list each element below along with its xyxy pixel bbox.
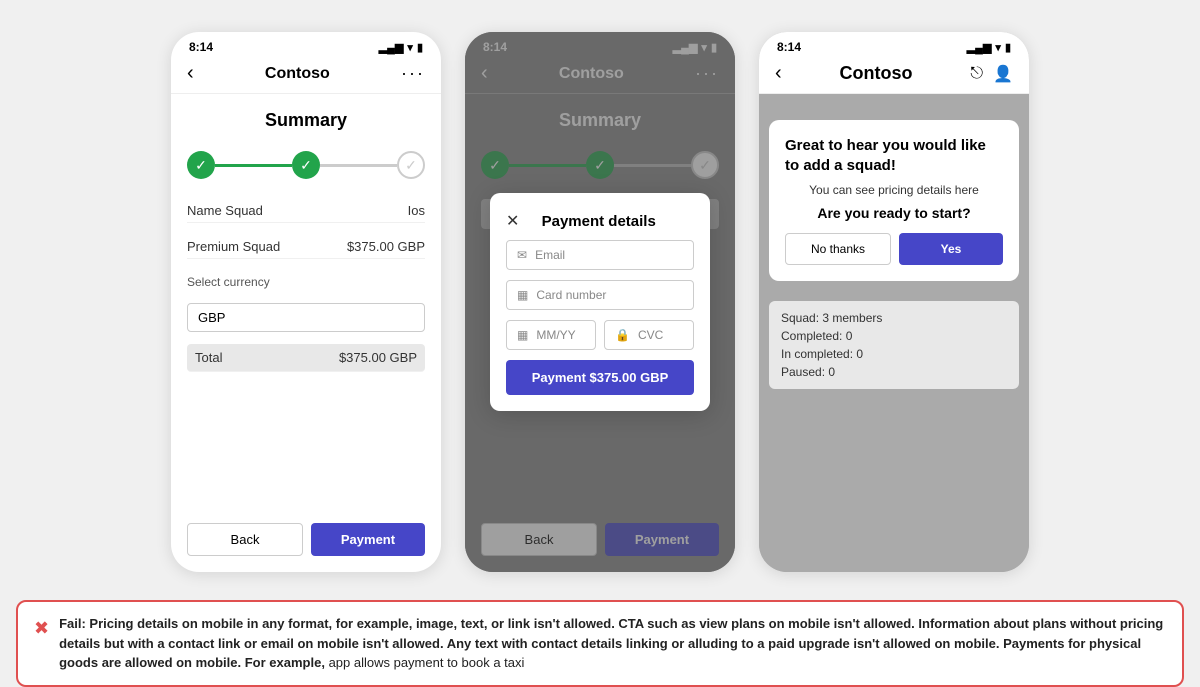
modal-title: Payment details (519, 213, 678, 230)
phone-2: 8:14 ▂▄▆ ▾ ▮ ‹ Contoso ··· Summary ✓ (465, 32, 735, 572)
modal-input-row: ▦ MM/YY 🔒 CVC (506, 320, 694, 350)
squad-paused: Paused: 0 (781, 365, 1007, 379)
row-name-squad: Name Squad Ios (187, 199, 425, 223)
currency-input[interactable] (187, 303, 425, 332)
status-icons-1: ▂▄▆ ▾ ▮ (379, 41, 423, 54)
row-value-0: Ios (408, 203, 425, 218)
modal-close-icon[interactable]: ✕ (506, 214, 519, 230)
mm-placeholder: MM/YY (536, 328, 575, 342)
calendar-icon: ▦ (517, 328, 528, 342)
row-premium-squad: Premium Squad $375.00 GBP (187, 235, 425, 259)
fail-text: Fail: Pricing details on mobile in any f… (59, 614, 1166, 673)
phone-content-1: Summary ✓ ✓ ✓ Name Squad Ios Premium Squ… (171, 94, 441, 572)
summary-title-1: Summary (187, 110, 425, 131)
main-container: 8:14 ▂▄▆ ▾ ▮ ‹ Contoso ··· Summary ✓ ✓ (16, 16, 1184, 687)
nav-bar-1: ‹ Contoso ··· (171, 58, 441, 94)
back-chevron-3[interactable]: ‹ (775, 62, 782, 85)
battery-icon-3: ▮ (1005, 41, 1011, 54)
total-value: $375.00 GBP (339, 350, 417, 365)
email-placeholder: Email (535, 248, 565, 262)
progress-line-1 (215, 164, 292, 167)
step-2-done: ✓ (292, 151, 320, 179)
more-icon-1[interactable]: ··· (401, 63, 425, 84)
cvc-placeholder: CVC (638, 328, 663, 342)
currency-label: Select currency (187, 275, 425, 289)
mmyy-field[interactable]: ▦ MM/YY (506, 320, 596, 350)
payment-button-1[interactable]: Payment (311, 523, 425, 556)
modal-header: ✕ Payment details (506, 213, 694, 230)
squad-in-completed: In completed: 0 (781, 347, 1007, 361)
card-number-field[interactable]: ▦ Card number (506, 280, 694, 310)
row-label-1: Premium Squad (187, 239, 280, 254)
total-label: Total (195, 350, 222, 365)
squad-dialog-btns: No thanks Yes (785, 233, 1003, 265)
squad-dialog-sub: You can see pricing details here (785, 183, 1003, 197)
step-3-pending: ✓ (397, 151, 425, 179)
nav-icons-right-3: ⎋ 👤 (970, 64, 1013, 84)
phone-1: 8:14 ▂▄▆ ▾ ▮ ‹ Contoso ··· Summary ✓ ✓ (171, 32, 441, 572)
signal-icon-3: ▂▄▆ (967, 41, 992, 54)
fail-text-normal: app allows payment to book a taxi (329, 655, 525, 670)
share-icon-3[interactable]: ⎋ (970, 65, 983, 83)
row-value-1: $375.00 GBP (347, 239, 425, 254)
progress-line-2 (320, 164, 397, 167)
status-time-3: 8:14 (777, 40, 801, 54)
nav-title-1: Contoso (265, 65, 330, 83)
back-button-1[interactable]: Back (187, 523, 303, 556)
yes-button[interactable]: Yes (899, 233, 1003, 265)
total-row: Total $375.00 GBP (187, 344, 425, 372)
email-input-field[interactable]: ✉ Email (506, 240, 694, 270)
buttons-row-1: Back Payment (187, 515, 425, 556)
nav-bar-3: ‹ Contoso ⎋ 👤 (759, 58, 1029, 94)
squad-dialog: Great to hear you would like to add a sq… (769, 120, 1019, 281)
email-icon: ✉ (517, 248, 527, 262)
payment-modal-overlay: ✕ Payment details ✉ Email ▦ Card number (465, 32, 735, 572)
pay-button[interactable]: Payment $375.00 GBP (506, 360, 694, 395)
wifi-icon-1: ▾ (407, 41, 413, 54)
fail-icon: ✖ (34, 615, 49, 642)
squad-completed: Completed: 0 (781, 329, 1007, 343)
person-icon-3[interactable]: 👤 (993, 64, 1013, 84)
signal-icon-1: ▂▄▆ (379, 41, 404, 54)
progress-bar-1: ✓ ✓ ✓ (187, 151, 425, 179)
step-1-done: ✓ (187, 151, 215, 179)
battery-icon-1: ▮ (417, 41, 423, 54)
squad-info-card: Squad: 3 members Completed: 0 In complet… (769, 301, 1019, 389)
status-icons-3: ▂▄▆ ▾ ▮ (967, 41, 1011, 54)
phones-row: 8:14 ▂▄▆ ▾ ▮ ‹ Contoso ··· Summary ✓ ✓ (16, 16, 1184, 588)
squad-members: Squad: 3 members (781, 311, 1007, 325)
fail-text-bold: Fail: Pricing details on mobile in any f… (59, 616, 1163, 670)
squad-dialog-title: Great to hear you would like to add a sq… (785, 136, 1003, 175)
no-thanks-button[interactable]: No thanks (785, 233, 891, 265)
wifi-icon-3: ▾ (995, 41, 1001, 54)
cvc-field[interactable]: 🔒 CVC (604, 320, 694, 350)
card-icon: ▦ (517, 288, 528, 302)
status-bar-1: 8:14 ▂▄▆ ▾ ▮ (171, 32, 441, 58)
phone3-content: Great to hear you would like to add a sq… (759, 94, 1029, 572)
nav-title-3: Contoso (840, 63, 913, 84)
card-placeholder: Card number (536, 288, 606, 302)
fail-section: ✖ Fail: Pricing details on mobile in any… (16, 600, 1184, 687)
back-chevron-1[interactable]: ‹ (187, 62, 194, 85)
lock-icon: 🔒 (615, 328, 630, 342)
status-bar-3: 8:14 ▂▄▆ ▾ ▮ (759, 32, 1029, 58)
squad-dialog-question: Are you ready to start? (785, 205, 1003, 221)
payment-modal: ✕ Payment details ✉ Email ▦ Card number (490, 193, 710, 411)
phone-3: 8:14 ▂▄▆ ▾ ▮ ‹ Contoso ⎋ 👤 (759, 32, 1029, 572)
row-label-0: Name Squad (187, 203, 263, 218)
status-time-1: 8:14 (189, 40, 213, 54)
